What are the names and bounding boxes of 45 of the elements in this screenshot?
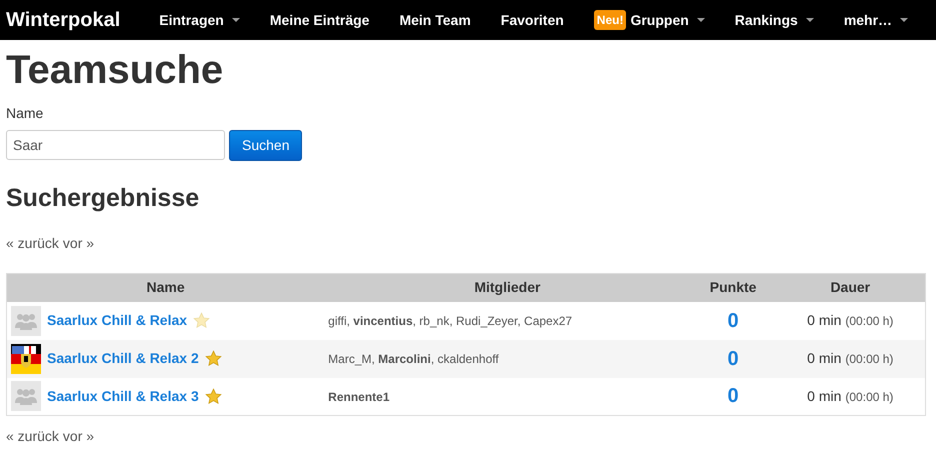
points-value: 0: [728, 348, 739, 370]
nav-link[interactable]: Mein Team: [384, 10, 486, 30]
nav-link[interactable]: Neu! Gruppen: [578, 10, 720, 30]
duration-hours: (00:00 h): [845, 390, 894, 404]
duration-value: 0 min: [807, 350, 842, 366]
nav-link[interactable]: Favoriten: [486, 10, 579, 30]
caret-icon: [900, 18, 908, 22]
column-header: Name: [146, 279, 185, 296]
new-badge: Neu!: [594, 10, 626, 30]
section-heading: Suchergebnisse: [6, 186, 200, 211]
duration-hours: (00:00 h): [845, 314, 894, 328]
nav-link[interactable]: Meine Einträge: [254, 10, 384, 30]
column-header: Punkte: [710, 279, 756, 296]
favorite-star-icon[interactable]: [204, 388, 222, 405]
nav-link[interactable]: mehr…: [828, 10, 924, 30]
pagination-link[interactable]: « zurück: [6, 426, 59, 447]
column-header: Mitglieder: [474, 279, 540, 296]
page-title: Teamsuche: [6, 50, 224, 90]
member-list: Marc_M, Marcolini, ckaldenhoff: [328, 352, 499, 366]
member-list: Rennente1: [328, 390, 390, 404]
column-header: Dauer: [830, 279, 870, 296]
favorite-star-icon[interactable]: [204, 350, 222, 367]
team-link[interactable]: Saarlux Chill & Relax: [47, 310, 188, 331]
pagination-link[interactable]: vor »: [62, 233, 94, 254]
nav-link[interactable]: Rankings: [720, 10, 829, 30]
points-value: 0: [728, 310, 739, 332]
team-link[interactable]: Saarlux Chill & Relax 3: [47, 386, 199, 407]
nav-link[interactable]: Eintragen: [144, 10, 255, 30]
duration-value: 0 min: [807, 388, 842, 404]
pagination-link[interactable]: « zurück: [6, 233, 59, 254]
caret-icon: [696, 18, 705, 22]
team-link[interactable]: Saarlux Chill & Relax 2: [47, 348, 199, 369]
caret-icon: [232, 18, 240, 22]
search-field[interactable]: Saar: [6, 130, 225, 160]
pagination-link[interactable]: vor »: [62, 426, 94, 447]
field-label: Name: [6, 104, 44, 123]
brand-logo[interactable]: Winterpokal: [0, 5, 126, 35]
duration-value: 0 min: [807, 312, 842, 328]
caret-icon: [806, 18, 814, 22]
group-avatar-icon: [11, 306, 41, 336]
member-list: giffi, vincentius, rb_nk, Rudi_Zeyer, Capex27: [328, 314, 572, 328]
group-avatar-icon: [11, 381, 41, 412]
points-value: 0: [728, 385, 739, 408]
duration-hours: (00:00 h): [845, 352, 894, 366]
search-button[interactable]: Suchen: [229, 130, 302, 161]
